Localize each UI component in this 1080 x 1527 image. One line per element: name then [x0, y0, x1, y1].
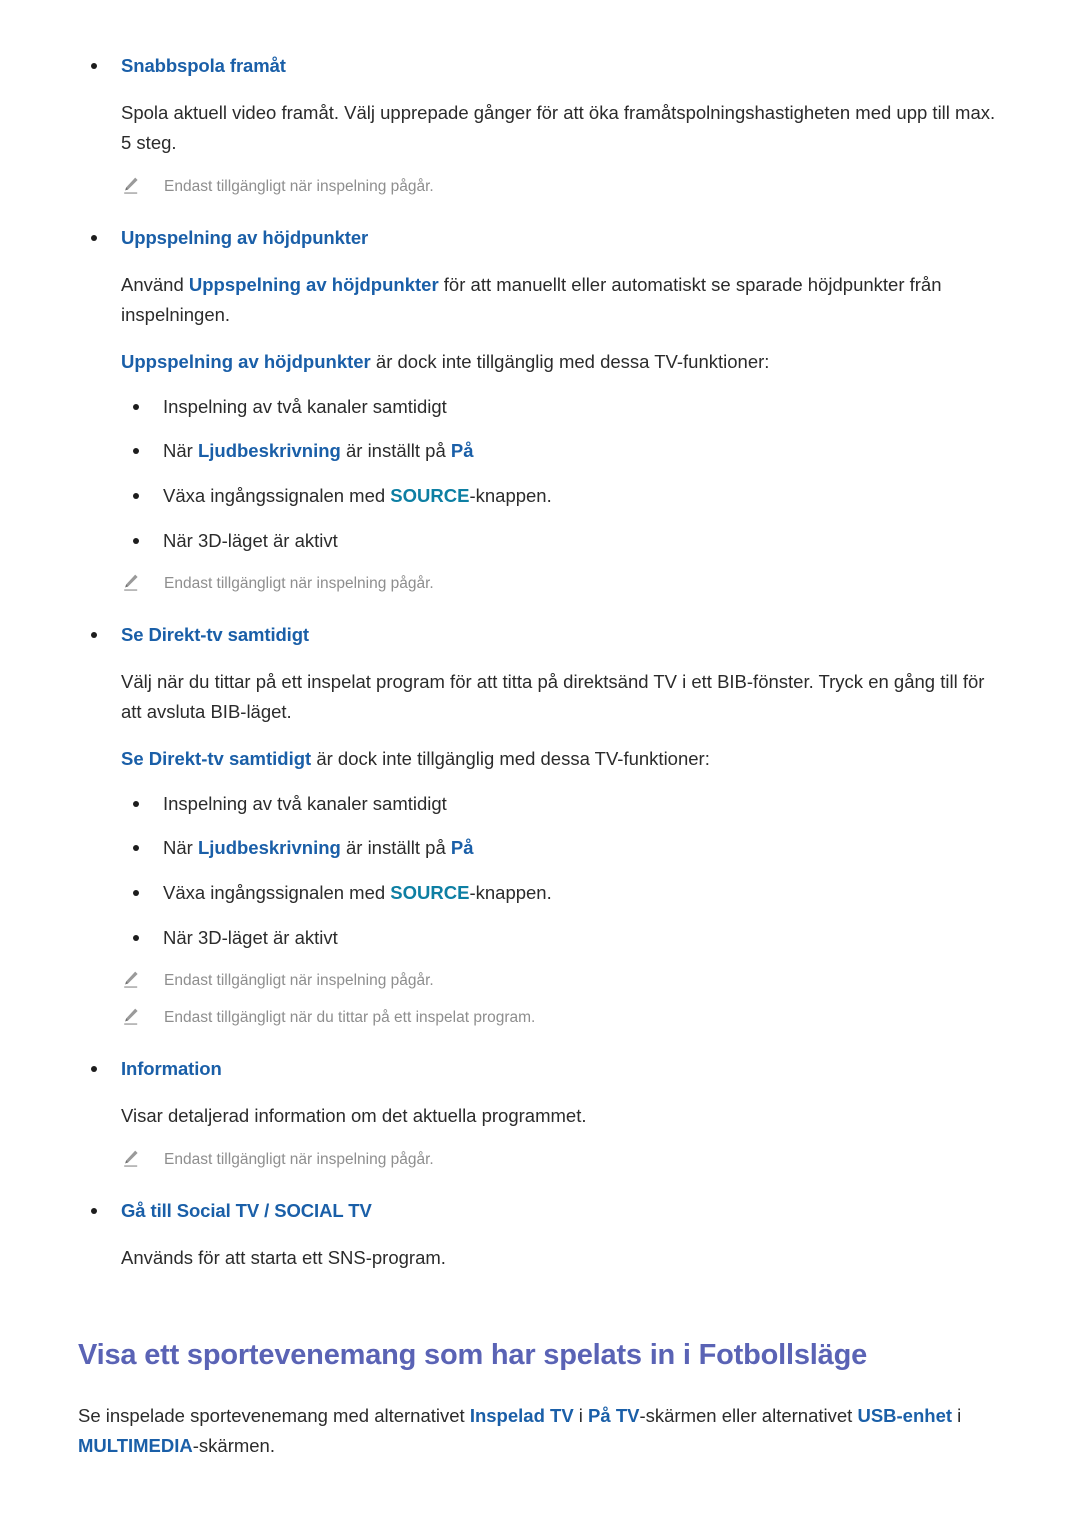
pencil-icon — [124, 1008, 138, 1025]
restriction-list: Inspelning av två kanaler samtidigt När … — [60, 393, 1020, 555]
text-segment: är inställt på — [340, 837, 451, 859]
restriction-intro: Se Direkt-tv samtidigt är dock inte till… — [121, 744, 1001, 774]
bullet-dot-icon — [133, 537, 139, 544]
note-text: Endast tillgängligt när inspelning pågår… — [164, 971, 434, 989]
bullet-dot-icon — [91, 63, 97, 69]
keyword-link-usb-enhet[interactable]: USB-enhet — [857, 1405, 952, 1426]
feature-description: Använd Uppspelning av höjdpunkter för at… — [121, 270, 1001, 330]
list-item: När 3D-läget är aktivt — [60, 527, 1020, 555]
list-item: När 3D-läget är aktivt — [60, 924, 1020, 952]
note-row: Endast tillgängligt när inspelning pågår… — [60, 969, 1020, 992]
feature-ga-till-social-tv: Gå till Social TV / SOCIAL TV — [60, 1197, 1020, 1225]
bullet-dot-icon — [133, 934, 139, 941]
text-segment: -knappen. — [469, 882, 552, 903]
restriction-intro: Uppspelning av höjdpunkter är dock inte … — [121, 347, 1001, 377]
text-segment: När — [163, 837, 198, 859]
text-segment: är dock inte tillgänglig med dessa TV-fu… — [370, 350, 770, 372]
feature-description: Används för att starta ett SNS-program. — [121, 1246, 446, 1268]
feature-title-secondary[interactable]: SOCIAL TV — [274, 1200, 372, 1221]
feature-information: Information — [60, 1055, 1020, 1083]
text-segment: När 3D-läget är aktivt — [163, 529, 338, 551]
bullet-dot-icon — [133, 800, 139, 807]
text-segment: Växa ingångssignalen med — [163, 485, 391, 507]
text-segment: När — [163, 440, 198, 462]
keyword-button-source[interactable]: SOURCE — [390, 485, 469, 506]
text-segment: Använd — [121, 273, 189, 295]
bullet-dot-icon — [91, 1066, 97, 1072]
feature-title[interactable]: Gå till Social TV / SOCIAL TV — [121, 1197, 1020, 1225]
bullet-dot-icon — [133, 403, 139, 410]
list-item: Inspelning av två kanaler samtidigt — [60, 393, 1020, 421]
pencil-icon — [124, 574, 138, 591]
bullet-dot-icon — [91, 631, 97, 638]
section-heading-wrap: Visa ett sportevenemang som har spelats … — [78, 1336, 1020, 1375]
feature-se-direkt-tv-samtidigt: Se Direkt-tv samtidigt — [60, 621, 1020, 649]
text-segment: -knappen. — [469, 485, 552, 507]
list-item: Växa ingångssignalen med SOURCE-knappen. — [60, 879, 1020, 907]
keyword-link[interactable]: Ljudbeskrivning — [198, 837, 341, 858]
bullet-dot-icon — [133, 890, 139, 896]
feature-title[interactable]: Information — [121, 1055, 1020, 1083]
text-segment: är inställt på — [340, 440, 451, 462]
text-segment: är dock inte tillgänglig med dessa TV-fu… — [311, 747, 710, 769]
note-text: Endast tillgängligt när inspelning pågår… — [164, 1150, 434, 1168]
note-text: Endast tillgängligt när inspelning pågår… — [164, 177, 434, 195]
feature-title[interactable]: Se Direkt-tv samtidigt — [121, 621, 1020, 649]
note-text: Endast tillgängligt när du tittar på ett… — [164, 1008, 536, 1026]
bullet-dot-icon — [133, 448, 139, 455]
text-segment: i — [573, 1404, 589, 1426]
section-lead-paragraph: Se inspelade sportevenemang med alternat… — [78, 1401, 1018, 1461]
text-segment: Se inspelade sportevenemang med alternat… — [78, 1404, 470, 1426]
feature-title[interactable]: Uppspelning av höjdpunkter — [121, 224, 1020, 252]
bullet-dot-icon — [133, 493, 139, 500]
list-item: Växa ingångssignalen med SOURCE-knappen. — [60, 482, 1020, 510]
keyword-button-source[interactable]: SOURCE — [390, 882, 469, 903]
feature-title[interactable]: Snabbspola framåt — [121, 52, 1020, 80]
text-segment: -skärmen eller alternativet — [639, 1404, 858, 1426]
feature-snabbspola-framat: Snabbspola framåt — [60, 52, 1020, 80]
text-segment: Inspelning av två kanaler samtidigt — [163, 395, 447, 417]
text-segment: Inspelning av två kanaler samtidigt — [163, 792, 447, 814]
pencil-icon — [124, 971, 138, 988]
keyword-link-inspelad-tv[interactable]: Inspelad TV — [470, 1405, 574, 1426]
bullet-dot-icon — [91, 1207, 97, 1214]
text-segment: När 3D-läget är aktivt — [163, 926, 338, 948]
keyword-link[interactable]: Uppspelning av höjdpunkter — [189, 274, 439, 295]
feature-title-primary[interactable]: Gå till Social TV — [121, 1200, 259, 1221]
page-title: Visa ett sportevenemang som har spelats … — [78, 1338, 868, 1371]
note-row: Endast tillgängligt när inspelning pågår… — [60, 1148, 1020, 1171]
feature-title-separator: / — [259, 1199, 275, 1221]
keyword-link-pa-tv[interactable]: På TV — [588, 1405, 639, 1426]
pencil-icon — [124, 177, 138, 194]
bullet-dot-icon — [133, 845, 139, 852]
keyword-link[interactable]: Ljudbeskrivning — [198, 440, 341, 461]
feature-uppspelning-av-hojdpunkter: Uppspelning av höjdpunkter — [60, 224, 1020, 252]
keyword-value[interactable]: På — [451, 440, 474, 461]
note-row: Endast tillgängligt när inspelning pågår… — [60, 175, 1020, 198]
bullet-dot-icon — [91, 234, 97, 241]
restriction-list: Inspelning av två kanaler samtidigt När … — [60, 790, 1020, 952]
feature-description: Visar detaljerad information om det aktu… — [121, 1104, 587, 1126]
keyword-link[interactable]: Se Direkt-tv samtidigt — [121, 748, 311, 769]
feature-description: Välj när du tittar på ett inspelat progr… — [121, 670, 985, 722]
note-text: Endast tillgängligt när inspelning pågår… — [164, 574, 434, 592]
note-row: Endast tillgängligt när inspelning pågår… — [60, 572, 1020, 595]
feature-description: Spola aktuell video framåt. Välj upprepa… — [121, 101, 996, 153]
list-item: När Ljudbeskrivning är inställt på På — [60, 437, 1020, 465]
list-item: När Ljudbeskrivning är inställt på På — [60, 834, 1020, 862]
pencil-icon — [124, 1150, 138, 1167]
keyword-link[interactable]: Uppspelning av höjdpunkter — [121, 351, 371, 372]
list-item: Inspelning av två kanaler samtidigt — [60, 790, 1020, 818]
text-segment: Växa ingångssignalen med — [163, 882, 391, 903]
text-segment: i — [952, 1404, 962, 1426]
note-row: Endast tillgängligt när du tittar på ett… — [60, 1006, 1020, 1029]
text-segment: -skärmen. — [192, 1434, 275, 1456]
emanual-page: Snabbspola framåt Spola aktuell video fr… — [0, 0, 1080, 1527]
keyword-link-multimedia[interactable]: MULTIMEDIA — [78, 1435, 193, 1456]
keyword-value[interactable]: På — [451, 837, 474, 858]
